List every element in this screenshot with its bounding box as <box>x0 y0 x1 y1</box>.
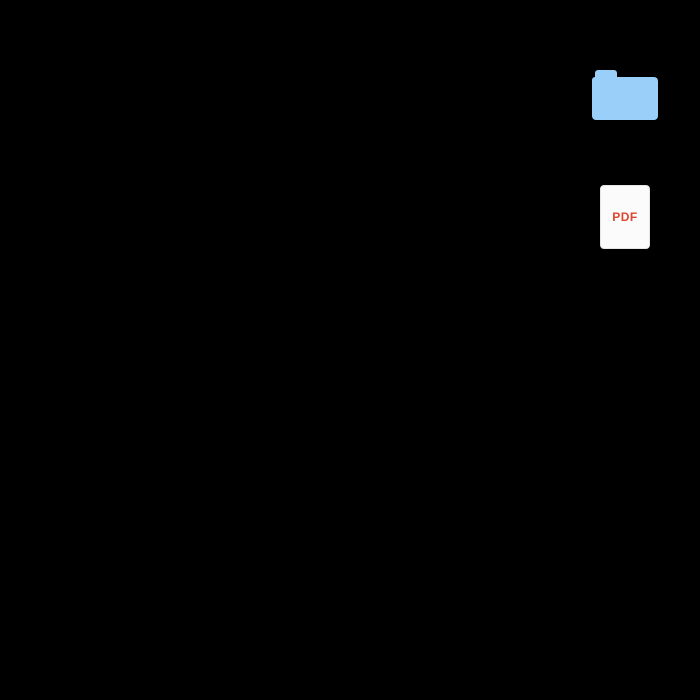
pdf-document-icon: PDF <box>600 185 650 249</box>
desktop-item-pdf[interactable]: PDF <box>584 185 666 253</box>
folder-icon <box>592 70 658 120</box>
desktop-item-folder[interactable] <box>584 70 666 124</box>
pdf-badge: PDF <box>612 210 638 224</box>
